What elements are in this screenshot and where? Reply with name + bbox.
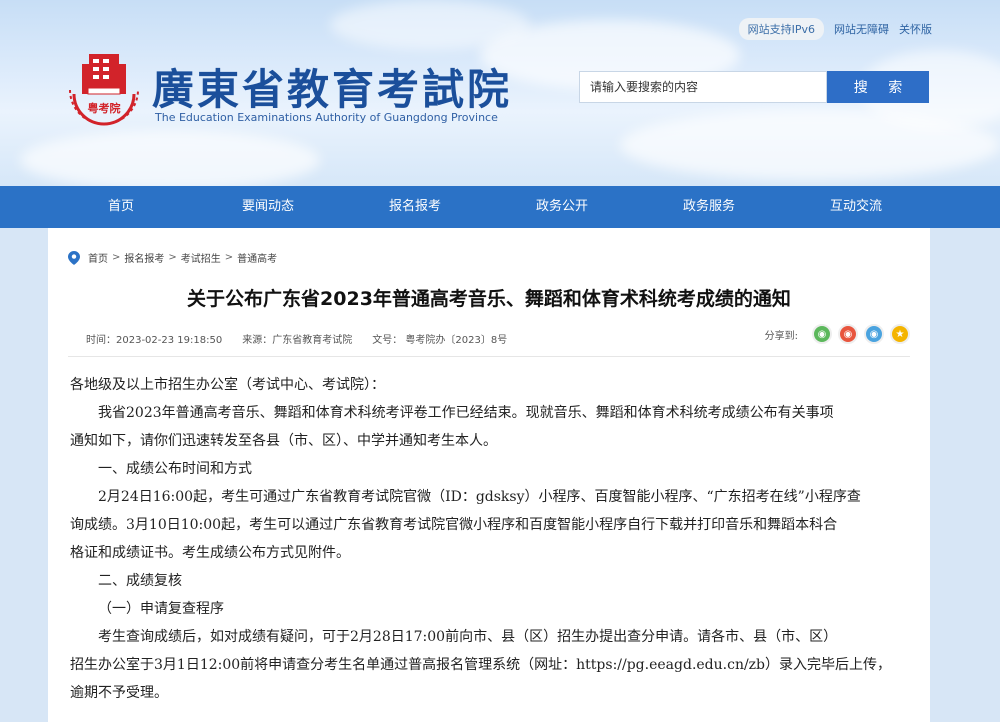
- nav-item-gov-affairs[interactable]: 政务公开: [536, 186, 588, 228]
- site-logo-title[interactable]: 廣東省教育考試院: [152, 56, 512, 117]
- search-button[interactable]: 搜 索: [827, 71, 929, 103]
- paragraph-line: 询成绩。3月10日10:00起，考生可以通过广东省教育考试院官微小程序和百度智能…: [70, 517, 838, 533]
- paragraph-line: 逾期不予受理。: [70, 685, 168, 701]
- article-title: 关于公布广东省2023年普通高考音乐、舞蹈和体育术科统考成绩的通知: [187, 288, 791, 310]
- nav-item-news[interactable]: 要闻动态: [242, 186, 294, 228]
- main-nav: 首页 要闻动态 报名报考 政务公开 政务服务 互动交流: [0, 186, 1000, 228]
- site-logo-subtitle: The Education Examinations Authority of …: [155, 111, 498, 124]
- breadcrumb-item-registration[interactable]: 报名报考: [124, 250, 164, 265]
- paragraph-line: 格证和成绩证书。考生成绩公布方式见附件。: [70, 545, 350, 561]
- paragraph-line: 2月24日16:00起，考生可通过广东省教育考试院官微（ID：gdsksy）小程…: [98, 489, 861, 505]
- breadcrumb-separator: >: [224, 252, 234, 263]
- article-meta: 时间：2023-02-23 19:18:50 来源：广东省教育考试院 文号： 粤…: [86, 331, 507, 346]
- nav-item-registration[interactable]: 报名报考: [389, 186, 441, 228]
- qq-icon[interactable]: ◉: [864, 324, 884, 344]
- paragraph-line: 通知如下，请你们迅速转发至各县（市、区）、中学并通知考生本人。: [70, 433, 497, 449]
- paragraph-line: 招生办公室于3月1日12:00前将申请查分考生名单通过普高报名管理系统（网址：h…: [70, 657, 892, 673]
- section-heading: 二、成绩复核: [98, 573, 182, 589]
- breadcrumb-item-exam-enrollment[interactable]: 考试招生: [181, 250, 221, 265]
- subsection-heading: （一）申请复查程序: [98, 601, 224, 617]
- ipv6-badge: 网站支持IPv6: [738, 18, 824, 40]
- nav-item-gov-services[interactable]: 政务服务: [683, 186, 735, 228]
- section-heading: 一、成绩公布时间和方式: [98, 461, 252, 477]
- accessibility-link[interactable]: 网站无障碍: [834, 21, 889, 37]
- breadcrumb-item-home[interactable]: 首页: [88, 250, 108, 265]
- qzone-icon[interactable]: ★: [890, 324, 910, 344]
- nav-item-home[interactable]: 首页: [108, 186, 134, 228]
- breadcrumb-separator: >: [168, 252, 177, 263]
- cloud-decoration: [20, 130, 320, 186]
- breadcrumb-item-gaokao[interactable]: 普通高考: [237, 250, 277, 265]
- site-header: 网站支持IPv6 网站无障碍 关怀版 粤考院 廣東省教育考試院 The Educ…: [0, 0, 1000, 186]
- share-bar: 分享到: ◉ ◉ ◉ ★: [765, 324, 910, 344]
- breadcrumb-separator: >: [112, 252, 121, 263]
- weibo-icon[interactable]: ◉: [838, 324, 858, 344]
- emblem-logo-icon[interactable]: 粤考院: [66, 50, 142, 130]
- location-pin-icon: [68, 250, 80, 265]
- wechat-icon[interactable]: ◉: [812, 324, 832, 344]
- emblem-text: 粤考院: [88, 101, 121, 115]
- meta-divider: [68, 356, 910, 357]
- meta-source: 来源：广东省教育考试院: [242, 335, 353, 346]
- breadcrumb: 首页 > 报名报考 > 考试招生 > 普通高考: [68, 250, 277, 265]
- salutation: 各地级及以上市招生办公室（考试中心、考试院）：: [70, 377, 385, 393]
- cloud-decoration: [330, 0, 530, 50]
- meta-doc-number: 文号： 粤考院办〔2023〕8号: [372, 335, 508, 346]
- top-links: 网站支持IPv6 网站无障碍 关怀版: [738, 18, 932, 40]
- share-label: 分享到:: [764, 330, 798, 342]
- nav-item-interaction[interactable]: 互动交流: [830, 186, 882, 228]
- paragraph-line: 考生查询成绩后，如对成绩有疑问，可于2月28日17:00前向市、县（区）招生办提…: [98, 629, 838, 645]
- search-box: 搜 索: [579, 71, 929, 103]
- paragraph-line: 我省2023年普通高考音乐、舞蹈和体育术科统考评卷工作已经结束。现就音乐、舞蹈和…: [98, 405, 834, 421]
- meta-time: 时间：2023-02-23 19:18:50: [86, 335, 223, 346]
- search-input[interactable]: [579, 71, 827, 103]
- care-version-link[interactable]: 关怀版: [899, 21, 932, 37]
